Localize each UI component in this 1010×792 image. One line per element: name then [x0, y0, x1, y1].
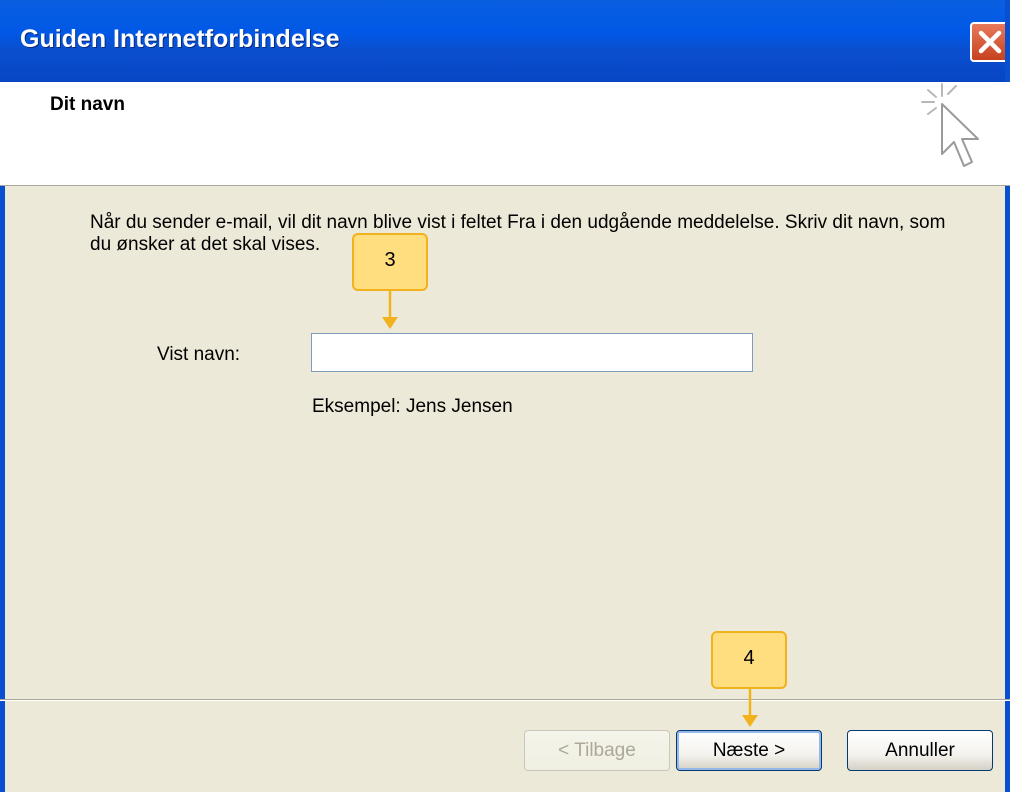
footer-divider — [0, 699, 1010, 701]
back-button[interactable]: < Tilbage — [524, 730, 670, 771]
display-name-input[interactable] — [311, 333, 753, 372]
page-title: Dit navn — [50, 94, 125, 115]
callout-badge: 4 — [711, 631, 787, 689]
display-name-label: Vist navn: — [157, 344, 241, 365]
wizard-header: Dit navn — [0, 82, 1010, 186]
example-text: Eksempel: Jens Jensen — [312, 396, 513, 417]
wizard-content: Når du sender e-mail, vil dit navn blive… — [0, 186, 1010, 699]
close-icon — [978, 30, 1002, 54]
callout-arrow-icon — [742, 687, 758, 727]
callout-badge: 3 — [352, 233, 428, 291]
title-bar: Guiden Internetforbindelse — [0, 0, 1010, 82]
wizard-cursor-icon — [921, 83, 979, 167]
description-text: Når du sender e-mail, vil dit navn blive… — [90, 212, 946, 255]
cancel-button[interactable]: Annuller — [847, 730, 993, 771]
close-button[interactable] — [970, 22, 1010, 62]
callout-arrow-icon — [382, 289, 398, 329]
next-button[interactable]: Næste > — [676, 730, 822, 771]
window-title: Guiden Internetforbindelse — [20, 25, 340, 53]
